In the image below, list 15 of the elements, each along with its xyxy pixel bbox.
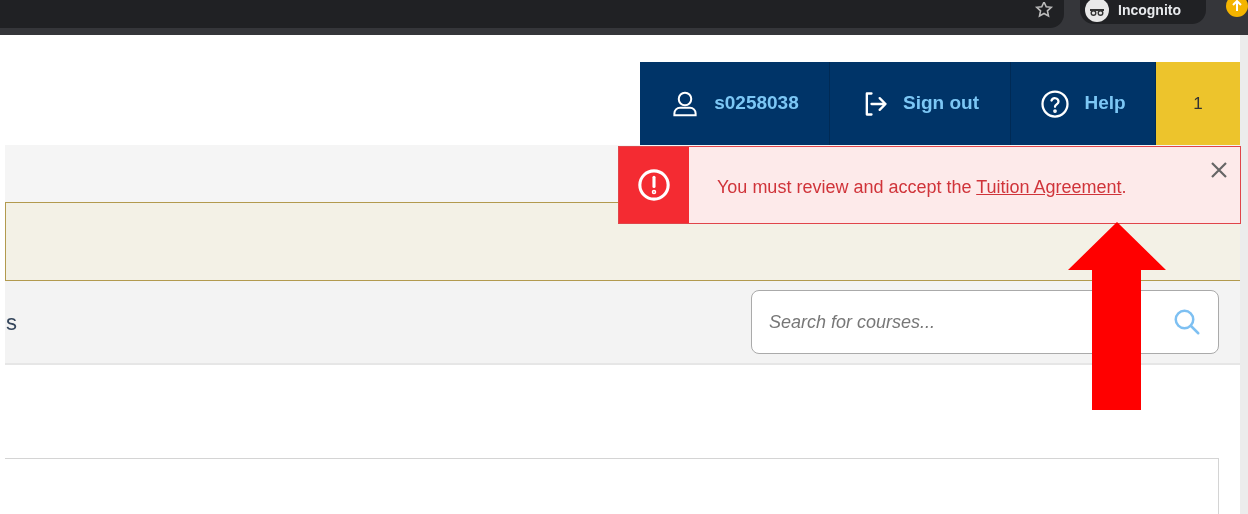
incognito-icon: [1084, 0, 1110, 22]
close-icon: [1210, 161, 1228, 179]
user-menu-button[interactable]: s0258038: [640, 62, 830, 145]
star-icon[interactable]: [1034, 2, 1054, 18]
profile-label: Incognito: [1118, 0, 1181, 20]
help-button[interactable]: Help: [1011, 62, 1156, 145]
tuition-agreement-link[interactable]: Tuition Agreement: [976, 177, 1122, 197]
update-icon[interactable]: [1226, 0, 1248, 18]
alert-message: You must review and accept the Tuition Agreement.: [716, 176, 1128, 199]
tab-label: s: [6, 308, 17, 337]
help-icon: [1040, 88, 1071, 119]
notification-count-button[interactable]: 1: [1156, 62, 1240, 145]
error-icon: [637, 168, 671, 202]
incognito-badge[interactable]: Incognito: [1080, 0, 1206, 24]
sign-out-button[interactable]: Sign out: [830, 62, 1011, 145]
